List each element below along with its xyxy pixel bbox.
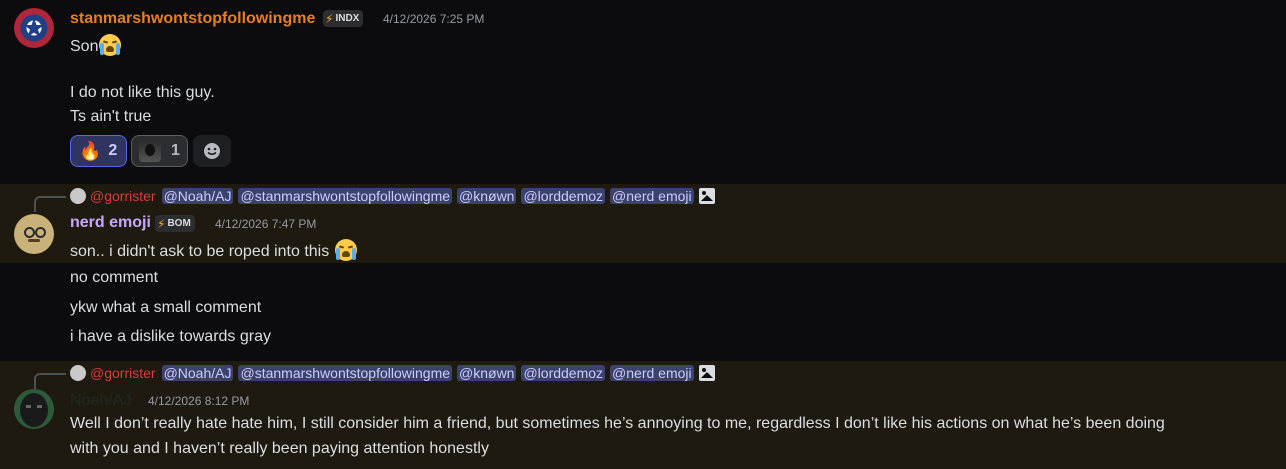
lightning-icon: ⚡ [325, 11, 334, 26]
message-line: Ts ain't true [70, 108, 152, 125]
message-line: ykw what a small comment [70, 299, 262, 316]
username[interactable]: stanmarshwontstopfollowingme [70, 10, 315, 28]
mention[interactable]: @lorddemoz [521, 188, 606, 204]
reply-author[interactable]: @gorrister [90, 365, 156, 381]
reaction-count: 2 [108, 142, 118, 159]
message-line: Son [70, 34, 122, 56]
star-icon [24, 18, 44, 37]
reaction-count: 1 [171, 142, 180, 159]
reply-preview[interactable]: @gorrister @Noah/AJ @stanmarshwontstopfo… [70, 188, 715, 204]
fire-icon: 🔥 [79, 141, 102, 161]
reply-avatar [70, 188, 86, 204]
mention[interactable]: @nerd emoji [610, 365, 694, 381]
reply-author[interactable]: @gorrister [90, 188, 156, 204]
message-2: @gorrister @Noah/AJ @stanmarshwontstopfo… [0, 184, 1286, 359]
message-line: I do not like this guy. [70, 84, 215, 101]
message-3: @gorrister @Noah/AJ @stanmarshwontstopfo… [0, 361, 1286, 469]
username[interactable]: nerd emoji [70, 214, 151, 232]
reply-spine [34, 373, 66, 389]
timestamp[interactable]: 4/12/2026 8:12 PM [148, 394, 249, 408]
avatar[interactable] [14, 389, 54, 429]
image-icon [698, 188, 715, 204]
lightning-icon: ⚡ [157, 216, 166, 231]
mention[interactable]: @stanmarshwontstopfollowingme [238, 188, 453, 204]
reaction-fire[interactable]: 🔥 2 [70, 135, 127, 167]
mention[interactable]: @knøwn [457, 188, 517, 204]
username[interactable]: Noah/AJ [70, 392, 131, 410]
crying-face-icon [99, 34, 122, 56]
message-text: Son [70, 38, 99, 55]
message-line: son.. i didn't ask to be roped into this [70, 239, 357, 261]
reply-spine [34, 196, 66, 212]
add-reaction-icon [204, 143, 220, 159]
server-tag-badge[interactable]: ⚡ INDX [323, 10, 364, 27]
mention[interactable]: @lorddemoz [521, 365, 606, 381]
server-tag-badge[interactable]: ⚡ BOM [155, 215, 195, 232]
message-line: no comment [70, 269, 159, 286]
mention[interactable]: @knøwn [457, 365, 517, 381]
mention[interactable]: @Noah/AJ [161, 188, 234, 204]
add-reaction-button[interactable] [193, 135, 231, 167]
reply-avatar [70, 365, 86, 381]
avatar-emoji-icon [139, 140, 161, 162]
badge-label: BOM [167, 218, 191, 229]
crying-face-icon [334, 239, 357, 261]
avatar[interactable] [14, 8, 54, 48]
mention[interactable]: @nerd emoji [610, 188, 694, 204]
message-line: with you and I haven’t really been payin… [70, 440, 489, 457]
timestamp[interactable]: 4/12/2026 7:25 PM [383, 12, 484, 26]
message-text: son.. i didn't ask to be roped into this [70, 243, 330, 260]
timestamp[interactable]: 4/12/2026 7:47 PM [215, 217, 316, 231]
mention[interactable]: @stanmarshwontstopfollowingme [238, 365, 453, 381]
badge-label: INDX [335, 13, 360, 24]
reply-preview[interactable]: @gorrister @Noah/AJ @stanmarshwontstopfo… [70, 365, 715, 381]
message-line: Well I don’t really hate hate him, I sti… [70, 415, 1165, 432]
message-line: i have a dislike towards gray [70, 328, 271, 345]
mention[interactable]: @Noah/AJ [161, 365, 234, 381]
image-icon [698, 365, 715, 381]
avatar[interactable] [14, 214, 54, 254]
message-1: stanmarshwontstopfollowingme ⚡ INDX 4/12… [0, 0, 1286, 183]
reaction-avatar[interactable]: 1 [131, 135, 188, 167]
